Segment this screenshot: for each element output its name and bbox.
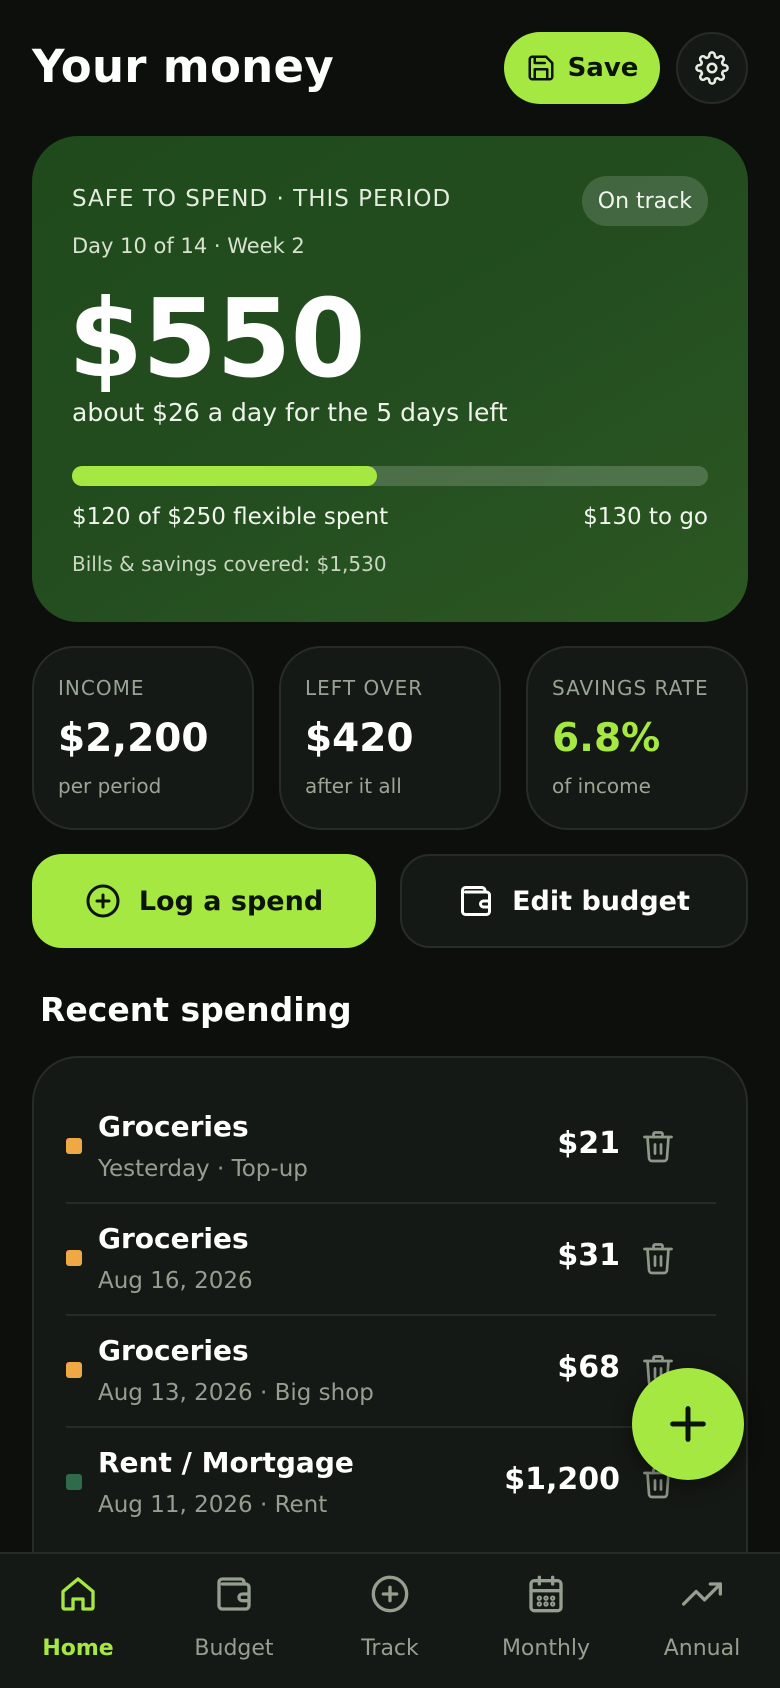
stat-value: $2,200 (58, 716, 209, 761)
trash-icon[interactable] (640, 1240, 676, 1276)
nav-label: Monthly (501, 1636, 591, 1661)
safe-to-spend-label: SAFE TO SPEND · THIS PERIOD (72, 186, 452, 212)
stat-value: 6.8% (552, 716, 661, 761)
home-icon (61, 1577, 95, 1611)
stat-label: SAVINGS RATE (552, 676, 709, 700)
category-color-dot (66, 1362, 82, 1378)
stat-sub: after it all (305, 774, 402, 798)
transaction-meta: Aug 11, 2026 · Rent (98, 1492, 328, 1518)
list-item[interactable]: Rent / Mortgage Aug 11, 2026 · Rent $1,2… (66, 1426, 716, 1538)
nav-label: Track (361, 1636, 419, 1661)
save-icon (528, 55, 554, 81)
recent-spending-list: Groceries Yesterday · Top-up $21 Groceri… (32, 1056, 748, 1596)
wallet-icon (461, 886, 492, 916)
gear-icon (695, 51, 729, 85)
nav-label: Home (42, 1636, 114, 1661)
add-spend-fab[interactable] (632, 1368, 744, 1480)
period-day-info: Day 10 of 14 · Week 2 (72, 234, 305, 258)
calendar-icon (529, 1575, 563, 1613)
nav-item-budget[interactable]: Budget (156, 1554, 312, 1688)
log-spend-button[interactable]: Log a spend (32, 854, 376, 948)
stat-sub: of income (552, 774, 651, 798)
transaction-amount: $1,200 (504, 1462, 620, 1497)
bills-covered-text: Bills & savings covered: $1,530 (72, 552, 387, 576)
page-title: Your money (32, 40, 334, 93)
category-color-dot (66, 1250, 82, 1266)
remaining-text: $130 to go (583, 504, 708, 530)
flexible-spent-text: $120 of $250 flexible spent (72, 504, 389, 530)
transaction-meta: Aug 16, 2026 (98, 1268, 253, 1294)
transaction-amount: $21 (557, 1126, 620, 1161)
nav-item-home[interactable]: Home (0, 1554, 156, 1688)
wallet-icon (217, 1577, 251, 1611)
list-item[interactable]: Groceries Aug 13, 2026 · Big shop $68 (66, 1314, 716, 1426)
header: Your money Save (32, 30, 748, 104)
transaction-category: Rent / Mortgage (98, 1446, 354, 1479)
app-screen: Your money Save SAFE TO SPEND · THIS PER… (0, 0, 780, 1688)
stat-label: LEFT OVER (305, 676, 424, 700)
nav-item-track[interactable]: Track (312, 1554, 468, 1688)
status-badge: On track (581, 176, 708, 226)
list-item[interactable]: Groceries Aug 16, 2026 $31 (66, 1202, 716, 1314)
save-button[interactable]: Save (504, 32, 660, 104)
safe-to-spend-amount: $550 (68, 277, 366, 402)
edit-budget-button[interactable]: Edit budget (400, 854, 748, 948)
bottom-nav: Home Budget Track Monthly Annual (0, 1552, 780, 1688)
plus-circle-icon (86, 884, 120, 918)
transaction-amount: $31 (557, 1238, 620, 1273)
save-label: Save (567, 53, 639, 83)
transaction-meta: Yesterday · Top-up (98, 1156, 308, 1182)
nav-item-annual[interactable]: Annual (624, 1554, 780, 1688)
transaction-category: Groceries (98, 1110, 249, 1143)
nav-item-monthly[interactable]: Monthly (468, 1554, 624, 1688)
nav-label: Budget (194, 1636, 274, 1661)
spend-progress-fill (72, 466, 378, 486)
stat-card-income[interactable]: INCOME $2,200 per period (32, 646, 254, 830)
plus-circle-icon (371, 1575, 409, 1613)
daily-allowance-text: about $26 a day for the 5 days left (72, 398, 508, 427)
transaction-meta: Aug 13, 2026 · Big shop (98, 1380, 374, 1406)
category-color-dot (66, 1138, 82, 1154)
stat-value: $420 (305, 716, 414, 761)
plus-icon (670, 1406, 706, 1442)
safe-to-spend-card: SAFE TO SPEND · THIS PERIOD On track Day… (32, 136, 748, 622)
log-spend-label: Log a spend (138, 885, 324, 917)
nav-label: Annual (663, 1636, 741, 1661)
stat-sub: per period (58, 774, 162, 798)
edit-budget-label: Edit budget (512, 885, 690, 917)
trending-up-icon (682, 1582, 722, 1606)
transaction-category: Groceries (98, 1222, 249, 1255)
transaction-amount: $68 (557, 1350, 620, 1385)
stat-label: INCOME (58, 676, 145, 700)
trash-icon[interactable] (640, 1128, 676, 1164)
list-item[interactable]: Groceries Yesterday · Top-up $21 (66, 1090, 716, 1202)
spend-progress-bar (72, 466, 708, 486)
stat-card-left-over[interactable]: LEFT OVER $420 after it all (279, 646, 501, 830)
stat-card-savings-rate[interactable]: SAVINGS RATE 6.8% of income (526, 646, 748, 830)
category-color-dot (66, 1474, 82, 1490)
settings-button[interactable] (676, 32, 748, 104)
recent-spending-title: Recent spending (40, 990, 352, 1029)
transaction-category: Groceries (98, 1334, 249, 1367)
